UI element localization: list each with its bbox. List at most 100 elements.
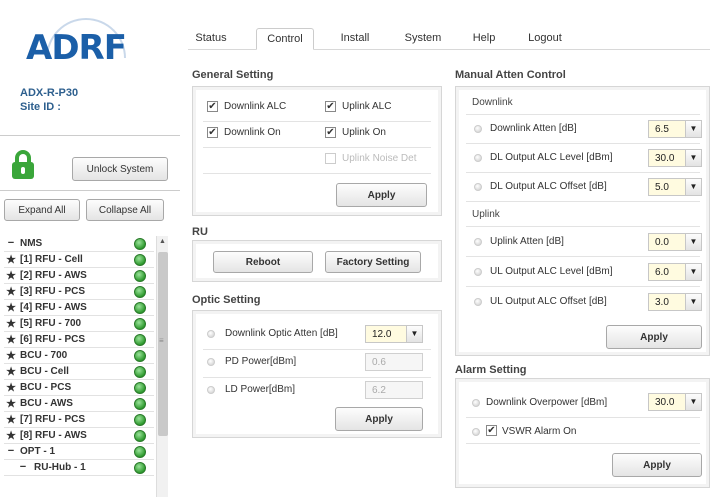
tree-node[interactable]: ★ [5] RFU - 700 bbox=[4, 316, 154, 332]
lock-icon bbox=[12, 150, 34, 179]
divider bbox=[0, 135, 180, 136]
tree-node[interactable]: − OPT - 1 bbox=[4, 444, 154, 460]
tree-node[interactable]: ★ BCU - 700 bbox=[4, 348, 154, 364]
star-icon: ★ bbox=[6, 350, 16, 362]
tree-node[interactable]: ★ [1] RFU - Cell bbox=[4, 252, 154, 268]
status-ok-icon bbox=[134, 350, 146, 362]
adrf-logo: ADRF bbox=[18, 16, 148, 76]
star-icon: ★ bbox=[6, 366, 16, 378]
uplink-noise-det-checkbox bbox=[325, 153, 336, 164]
downlink-alc-label: Downlink ALC bbox=[224, 101, 287, 112]
tree-node-label: BCU - 700 bbox=[20, 350, 68, 361]
tab-help[interactable]: Help bbox=[464, 28, 504, 50]
tree-node[interactable]: ★ [2] RFU - AWS bbox=[4, 268, 154, 284]
uplink-atten-select[interactable]: 0.0 ▼ bbox=[648, 233, 702, 251]
pd-power-field: 0.6 bbox=[365, 353, 423, 371]
dropdown-arrow-icon[interactable]: ▼ bbox=[685, 179, 701, 195]
tree-node-label: BCU - AWS bbox=[20, 398, 73, 409]
downlink-subtitle: Downlink bbox=[472, 97, 513, 108]
tree-node[interactable]: ★ BCU - PCS bbox=[4, 380, 154, 396]
ru-panel: Reboot Factory Setting bbox=[192, 240, 442, 282]
status-ok-icon bbox=[134, 254, 146, 266]
ld-power-label: LD Power[dBm] bbox=[225, 384, 296, 395]
ul-alc-level-label: UL Output ALC Level [dBm] bbox=[490, 266, 613, 277]
status-ok-icon bbox=[134, 270, 146, 282]
tree-node-label: BCU - Cell bbox=[20, 366, 69, 377]
tree-node[interactable]: ★ BCU - AWS bbox=[4, 396, 154, 412]
tree-node[interactable]: − RU-Hub - 1 bbox=[4, 460, 154, 476]
sidebar: ADRF ADX-R-P30 Site ID : Unlock System E… bbox=[0, 0, 180, 497]
device-info: ADX-R-P30 Site ID : bbox=[20, 86, 78, 114]
tree-scrollbar[interactable]: ▲ ≡ bbox=[156, 236, 168, 497]
status-ok-icon bbox=[134, 302, 146, 314]
status-ok-icon bbox=[134, 318, 146, 330]
general-setting-title: General Setting bbox=[192, 69, 274, 81]
general-apply-button[interactable]: Apply bbox=[336, 183, 427, 207]
uplink-alc-label: Uplink ALC bbox=[342, 101, 392, 112]
dl-alc-offset-value: 5.0 bbox=[655, 182, 669, 193]
dl-optic-atten-value: 12.0 bbox=[372, 329, 392, 340]
manual-apply-button[interactable]: Apply bbox=[606, 325, 702, 349]
optic-apply-button[interactable]: Apply bbox=[335, 407, 423, 431]
row-divider bbox=[466, 417, 700, 418]
tab-install[interactable]: Install bbox=[326, 28, 384, 50]
row-divider bbox=[466, 172, 700, 173]
dropdown-arrow-icon[interactable]: ▼ bbox=[685, 234, 701, 250]
tab-control[interactable]: Control bbox=[256, 28, 314, 50]
row-divider bbox=[466, 201, 700, 202]
bullet-icon bbox=[472, 399, 480, 407]
uplink-on-checkbox[interactable]: ✔ bbox=[325, 127, 336, 138]
dl-overpower-select[interactable]: 30.0 ▼ bbox=[648, 393, 702, 411]
optic-setting-panel: Downlink Optic Atten [dB] 12.0 ▼ PD Powe… bbox=[192, 310, 442, 438]
tree-node[interactable]: ★ [7] RFU - PCS bbox=[4, 412, 154, 428]
status-ok-icon bbox=[134, 238, 146, 250]
downlink-on-checkbox[interactable]: ✔ bbox=[207, 127, 218, 138]
device-model: ADX-R-P30 bbox=[20, 87, 79, 99]
dl-alc-level-select[interactable]: 30.0 ▼ bbox=[648, 149, 702, 167]
row-divider bbox=[203, 349, 431, 350]
reboot-button[interactable]: Reboot bbox=[213, 251, 313, 273]
dropdown-arrow-icon[interactable]: ▼ bbox=[685, 150, 701, 166]
pd-power-value: 0.6 bbox=[372, 357, 386, 368]
factory-setting-button[interactable]: Factory Setting bbox=[325, 251, 421, 273]
vswr-alarm-checkbox[interactable]: ✔ bbox=[486, 425, 497, 436]
collapse-all-button[interactable]: Collapse All bbox=[86, 199, 164, 221]
tree-node[interactable]: ★ [6] RFU - PCS bbox=[4, 332, 154, 348]
expand-all-button[interactable]: Expand All bbox=[4, 199, 80, 221]
tree-node-label: BCU - PCS bbox=[20, 382, 72, 393]
tab-status[interactable]: Status bbox=[188, 28, 234, 50]
dropdown-arrow-icon[interactable]: ▼ bbox=[685, 264, 701, 280]
star-icon: ★ bbox=[6, 334, 16, 346]
row-divider bbox=[466, 256, 700, 257]
tree-node-label: [6] RFU - PCS bbox=[20, 334, 85, 345]
tree-node[interactable]: ★ [8] RFU - AWS bbox=[4, 428, 154, 444]
dl-overpower-value: 30.0 bbox=[655, 397, 675, 408]
star-icon: ★ bbox=[6, 254, 16, 266]
tree-node[interactable]: − NMS bbox=[4, 236, 154, 252]
tree-node[interactable]: ★ [3] RFU - PCS bbox=[4, 284, 154, 300]
divider bbox=[0, 190, 180, 191]
scroll-up-icon[interactable]: ▲ bbox=[159, 238, 166, 245]
downlink-alc-checkbox[interactable]: ✔ bbox=[207, 101, 218, 112]
device-tree: ▲ ≡ − NMS ★ [1] RFU - Cell ★ [2] RFU - AWS ★ [3… bbox=[4, 236, 168, 497]
downlink-atten-select[interactable]: 6.5 ▼ bbox=[648, 120, 702, 138]
dropdown-arrow-icon[interactable]: ▼ bbox=[406, 326, 422, 342]
tree-node[interactable]: ★ [4] RFU - AWS bbox=[4, 300, 154, 316]
row-divider bbox=[466, 114, 700, 115]
uplink-alc-checkbox[interactable]: ✔ bbox=[325, 101, 336, 112]
ul-alc-level-select[interactable]: 6.0 ▼ bbox=[648, 263, 702, 281]
status-ok-icon bbox=[134, 286, 146, 298]
unlock-system-button[interactable]: Unlock System bbox=[72, 157, 168, 181]
uplink-atten-value: 0.0 bbox=[655, 237, 669, 248]
tree-node[interactable]: ★ BCU - Cell bbox=[4, 364, 154, 380]
tab-system[interactable]: System bbox=[394, 28, 452, 50]
dl-optic-atten-select[interactable]: 12.0 ▼ bbox=[365, 325, 423, 343]
alarm-apply-button[interactable]: Apply bbox=[612, 453, 702, 477]
tab-logout[interactable]: Logout bbox=[518, 28, 572, 50]
dropdown-arrow-icon[interactable]: ▼ bbox=[685, 294, 701, 310]
manual-atten-panel: Downlink Downlink Atten [dB] 6.5 ▼ DL Ou… bbox=[455, 86, 710, 356]
dl-alc-offset-select[interactable]: 5.0 ▼ bbox=[648, 178, 702, 196]
dropdown-arrow-icon[interactable]: ▼ bbox=[685, 121, 701, 137]
dropdown-arrow-icon[interactable]: ▼ bbox=[685, 394, 701, 410]
ul-alc-offset-select[interactable]: 3.0 ▼ bbox=[648, 293, 702, 311]
